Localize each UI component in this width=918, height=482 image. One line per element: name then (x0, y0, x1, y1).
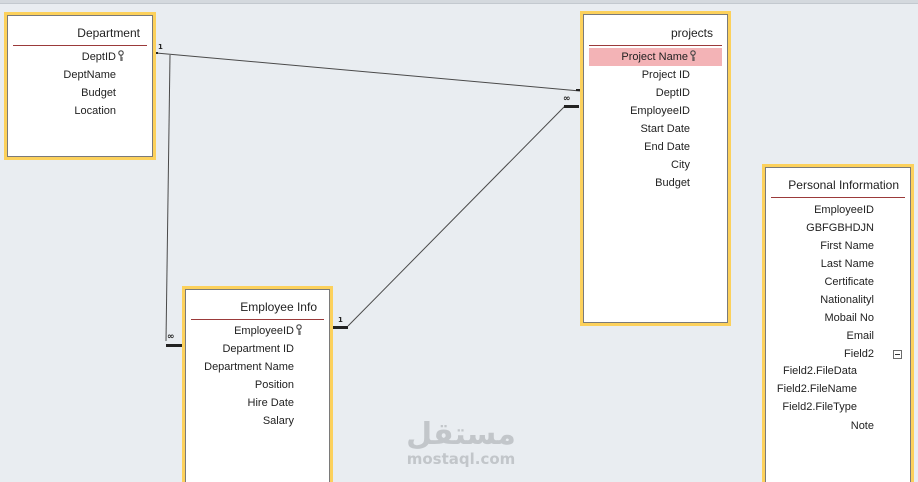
table-department-header-rule (13, 45, 147, 46)
field-first-name[interactable]: First Name (820, 237, 874, 255)
field-deptid[interactable]: DeptID (656, 84, 690, 102)
field-hire-date[interactable]: Hire Date (248, 394, 294, 412)
cardinality-many-projects: ∞ (563, 94, 571, 104)
table-personal-information-header-rule (771, 197, 905, 198)
table-projects-body: projects Project Name Project ID DeptID … (583, 14, 728, 323)
table-personal-information-body: Personal Information EmployeeID GBFGBHDJ… (765, 167, 911, 482)
field-deptid[interactable]: DeptID (82, 48, 124, 66)
field-gbfgbhdjn[interactable]: GBFGBHDJN (806, 219, 874, 237)
table-employee-info-body: Employee Info EmployeeID Department ID D… (185, 289, 330, 482)
table-employee-info-header-rule (191, 319, 324, 320)
relationships-canvas[interactable]: 1 ∞ ∞ 1 Department DeptID DeptName Budge… (0, 0, 918, 482)
field-email[interactable]: Email (846, 327, 874, 345)
endpoint-employee-right (333, 326, 348, 329)
field-city[interactable]: City (671, 156, 690, 174)
endpoint-employee-left (166, 344, 182, 347)
field-budget[interactable]: Budget (655, 174, 690, 192)
field-mobile-no[interactable]: Mobail No (824, 309, 874, 327)
field-position[interactable]: Position (255, 376, 294, 394)
cardinality-many-employee: ∞ (167, 332, 175, 342)
field-note[interactable]: Note (851, 417, 874, 435)
table-department-title[interactable]: Department (77, 26, 140, 40)
relationship-line-employee-projects (347, 105, 566, 327)
field-department-id[interactable]: Department ID (222, 340, 294, 358)
primary-key-icon (690, 50, 696, 61)
table-department[interactable]: Department DeptID DeptName Budget Locati… (4, 12, 156, 160)
table-projects[interactable]: projects Project Name Project ID DeptID … (580, 11, 731, 326)
table-projects-title[interactable]: projects (671, 26, 713, 40)
primary-key-icon (296, 324, 302, 335)
field-budget[interactable]: Budget (81, 84, 116, 102)
collapse-icon[interactable] (893, 350, 902, 359)
field-location[interactable]: Location (74, 102, 116, 120)
field-start-date[interactable]: Start Date (640, 120, 690, 138)
table-personal-information-title[interactable]: Personal Information (788, 178, 899, 192)
field-project-name[interactable]: Project Name (589, 48, 722, 66)
cardinality-one-dept: 1 (158, 43, 163, 51)
field-last-name[interactable]: Last Name (821, 255, 874, 273)
field-employeeid[interactable]: EmployeeID (234, 322, 302, 340)
table-projects-header-rule (589, 45, 722, 46)
relationship-line-dept-employee (165, 54, 171, 342)
endpoint-projects-left (564, 105, 579, 108)
field-field2-filedata[interactable]: Field2.FileData (783, 362, 857, 380)
table-employee-info[interactable]: Employee Info EmployeeID Department ID D… (182, 286, 333, 482)
relationship-line-dept-projects (155, 52, 581, 92)
cardinality-one-employee: 1 (338, 316, 343, 324)
table-department-body: Department DeptID DeptName Budget Locati… (7, 15, 153, 157)
primary-key-icon (118, 50, 124, 61)
field-field2-filename[interactable]: Field2.FileName (777, 380, 857, 398)
field-salary[interactable]: Salary (263, 412, 294, 430)
field-deptname[interactable]: DeptName (63, 66, 116, 84)
field-end-date[interactable]: End Date (644, 138, 690, 156)
field-employeeid[interactable]: EmployeeID (630, 102, 690, 120)
field-department-name[interactable]: Department Name (204, 358, 294, 376)
field-certificate[interactable]: Certificate (824, 273, 874, 291)
field-field2-filetype[interactable]: Field2.FileType (782, 398, 857, 416)
table-employee-info-title[interactable]: Employee Info (240, 300, 317, 314)
field-nationality[interactable]: Nationalityl (820, 291, 874, 309)
field-field2[interactable]: Field2 (844, 345, 874, 363)
field-employeeid[interactable]: EmployeeID (814, 201, 874, 219)
field-project-id[interactable]: Project ID (642, 66, 690, 84)
table-personal-information[interactable]: Personal Information EmployeeID GBFGBHDJ… (762, 164, 914, 482)
